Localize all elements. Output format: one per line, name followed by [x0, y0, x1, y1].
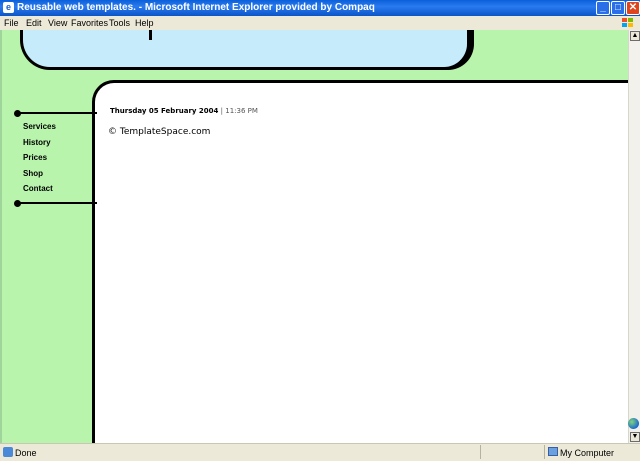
- title-bar: e Reusable web templates. - Microsoft In…: [0, 0, 640, 16]
- computer-icon: [548, 447, 558, 456]
- status-divider: [480, 445, 481, 459]
- windows-logo-icon: [622, 18, 633, 27]
- window-title: Reusable web templates. - Microsoft Inte…: [17, 2, 375, 13]
- maximize-button[interactable]: □: [611, 1, 625, 15]
- globe-icon: [628, 418, 639, 429]
- nav-link-contact[interactable]: Contact: [23, 184, 53, 193]
- menu-view[interactable]: View: [48, 18, 67, 28]
- minimize-button[interactable]: _: [596, 1, 610, 15]
- security-zone: My Computer: [560, 448, 615, 458]
- menu-help[interactable]: Help: [135, 18, 154, 28]
- copyright-text: © TemplateSpace.com: [108, 127, 211, 137]
- status-divider: [544, 445, 545, 459]
- nav-bullet-bottom: [14, 200, 21, 207]
- ie-icon: e: [3, 2, 14, 13]
- nav-link-history[interactable]: History: [23, 138, 51, 147]
- page-icon: [3, 447, 13, 457]
- date-time-line: Thursday 05 February 2004 | 11:36 PM: [110, 107, 258, 115]
- menu-file[interactable]: File: [4, 18, 19, 28]
- page-viewport[interactable]: Services History Prices Shop Contact Thu…: [0, 30, 628, 443]
- header-cloud: [20, 30, 470, 70]
- status-bar: Done My Computer: [0, 443, 640, 461]
- date-separator: |: [220, 107, 224, 115]
- current-date: Thursday 05 February 2004: [110, 107, 219, 115]
- current-time: 11:36 PM: [225, 107, 258, 115]
- menu-bar: File Edit View Favorites Tools Help: [0, 16, 640, 30]
- menu-tools[interactable]: Tools: [109, 18, 130, 28]
- scroll-down-button[interactable]: ▼: [630, 432, 640, 442]
- nav-link-shop[interactable]: Shop: [23, 169, 43, 178]
- close-button[interactable]: ✕: [626, 1, 640, 15]
- header-cloud-step: [142, 30, 152, 40]
- scroll-up-button[interactable]: ▲: [630, 31, 640, 41]
- vertical-scrollbar[interactable]: ▲ ▼: [628, 30, 640, 443]
- nav-link-prices[interactable]: Prices: [23, 153, 47, 162]
- nav-link-services[interactable]: Services: [23, 122, 56, 131]
- nav-bullet-top: [14, 110, 21, 117]
- status-text: Done: [15, 448, 37, 458]
- menu-favorites[interactable]: Favorites: [71, 18, 108, 28]
- menu-edit[interactable]: Edit: [26, 18, 42, 28]
- nav-divider-bottom: [17, 202, 97, 204]
- nav-divider-top: [17, 112, 97, 114]
